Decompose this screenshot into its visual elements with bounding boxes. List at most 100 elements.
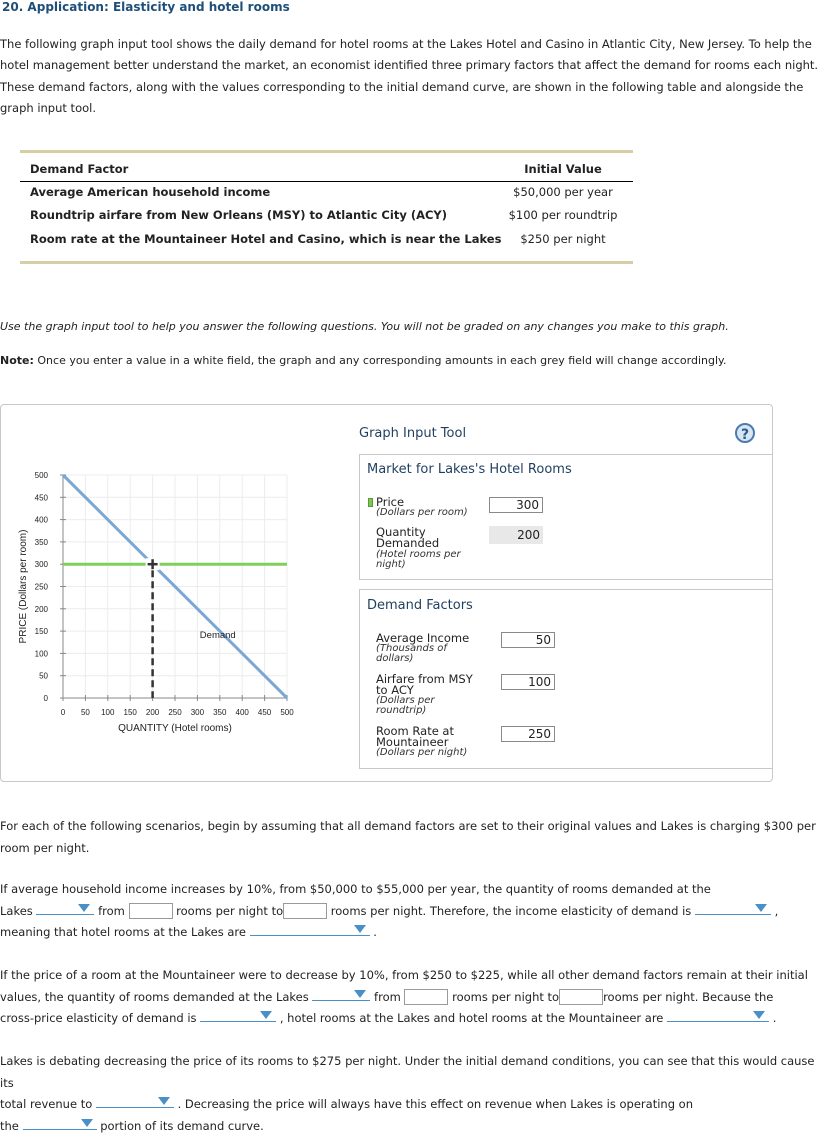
- x-tick-label: 50: [81, 708, 90, 717]
- header-initial-value: Initial Value: [503, 162, 623, 176]
- q2-line3: cross-price elasticity of demand is , ho…: [0, 1008, 830, 1030]
- x-tick-label: 100: [101, 708, 115, 717]
- x-tick-label: 0: [61, 708, 66, 717]
- q1-text: rooms per night to: [176, 904, 283, 918]
- q2-line2: values, the quantity of rooms demanded a…: [0, 987, 830, 1009]
- q1-good-type-dropdown[interactable]: [250, 923, 370, 936]
- chevron-down-icon: [354, 990, 366, 998]
- x-tick-label: 250: [168, 708, 182, 717]
- q1-text: .: [373, 925, 377, 939]
- q2-text: rooms per night to: [452, 990, 559, 1004]
- x-tick-label: 150: [124, 708, 138, 717]
- y-tick-label: 300: [35, 560, 49, 569]
- chevron-down-icon: [354, 925, 366, 933]
- demand-factors-title: Demand Factors: [367, 598, 473, 613]
- y-tick-label: 450: [35, 493, 49, 502]
- y-tick-label: 250: [35, 583, 49, 592]
- q3-curve-portion-dropdown[interactable]: [23, 1117, 97, 1130]
- y-tick-label: 100: [35, 649, 49, 658]
- room-rate-unit: (Dollars per night): [376, 748, 467, 758]
- chevron-down-icon: [78, 904, 90, 912]
- factor-name: Average American household income: [30, 185, 270, 199]
- quantity-demanded-value: 200: [489, 526, 543, 544]
- q2-relationship-dropdown[interactable]: [667, 1009, 769, 1022]
- q1-text: ,: [775, 904, 779, 918]
- market-panel-title: Market for Lakes's Hotel Rooms: [367, 462, 572, 477]
- note-text: Note: Once you enter a value in a white …: [0, 354, 726, 367]
- question-cross-price: If the price of a room at the Mountainee…: [0, 965, 830, 1030]
- quantity-label-line2: Demanded: [376, 538, 439, 549]
- q3-line2: total revenue to . Decreasing the price …: [0, 1094, 830, 1116]
- chevron-down-icon: [755, 904, 767, 912]
- demand-chart[interactable]: 0 50 100 150 200 250 300 350 400 450 500 0 50 100 150 2…: [0, 460, 300, 745]
- note-body: Once you enter a value in a white field,…: [34, 354, 727, 367]
- income-input[interactable]: 50: [501, 632, 555, 648]
- y-tick-label: 50: [39, 672, 48, 681]
- income-unit-line2: dollars): [376, 654, 413, 664]
- q1-from-input[interactable]: [129, 903, 173, 919]
- q3-line3: the portion of its demand curve.: [0, 1116, 830, 1137]
- q1-income-elasticity-dropdown[interactable]: [695, 902, 771, 915]
- y-tick-label: 0: [44, 694, 49, 703]
- q3-text: portion of its demand curve.: [100, 1119, 264, 1133]
- note-label: Note:: [0, 354, 34, 367]
- chart-axes: [60, 475, 287, 701]
- q3-text: . Decreasing the price will always have …: [178, 1097, 693, 1111]
- q2-text: rooms per night. Because the: [603, 990, 773, 1004]
- intro-paragraph: The following graph input tool shows the…: [0, 34, 820, 119]
- demand-factors-panel: Demand Factors Average Income (Thousands…: [359, 589, 773, 769]
- q2-to-input[interactable]: [559, 989, 603, 1005]
- factor-name: Roundtrip airfare from New Orleans (MSY)…: [30, 208, 447, 222]
- x-tick-label: 400: [236, 708, 250, 717]
- q3-text: total revenue to: [0, 1097, 92, 1111]
- q3-revenue-dropdown[interactable]: [96, 1095, 174, 1108]
- price-input[interactable]: 300: [489, 497, 543, 513]
- y-axis-title: PRICE (Dollars per room): [18, 530, 29, 644]
- q2-text: from: [374, 990, 401, 1004]
- factor-value: $50,000 per year: [503, 185, 623, 199]
- x-tick-label: 350: [213, 708, 227, 717]
- y-tick-label: 150: [35, 627, 49, 636]
- q2-direction-dropdown[interactable]: [312, 988, 370, 1001]
- room-rate-input[interactable]: 250: [501, 726, 555, 742]
- x-tick-label: 200: [146, 708, 160, 717]
- y-tick-label: 350: [35, 538, 49, 547]
- q2-text: cross-price elasticity of demand is: [0, 1011, 197, 1025]
- q2-text: , hotel rooms at the Lakes and hotel roo…: [280, 1011, 664, 1025]
- x-tick-label: 300: [191, 708, 205, 717]
- table-row: Room rate at the Mountaineer Hotel and C…: [20, 232, 633, 254]
- demand-curve-label: Demand: [200, 630, 236, 641]
- factor-value: $100 per roundtrip: [503, 208, 623, 222]
- table-header: Demand Factor Initial Value: [20, 162, 633, 182]
- q1-line2: Lakes from rooms per night to rooms per …: [0, 901, 830, 923]
- q1-direction-dropdown[interactable]: [36, 902, 94, 915]
- market-panel: Market for Lakes's Hotel Rooms Price (Do…: [359, 454, 773, 580]
- q2-line1: If the price of a room at the Mountainee…: [0, 965, 830, 987]
- demand-factor-table: Demand Factor Initial Value Average Amer…: [20, 150, 633, 264]
- question-income: If average household income increases by…: [0, 879, 830, 944]
- airfare-input[interactable]: 100: [501, 674, 555, 690]
- question-title: 20. Application: Elasticity and hotel ro…: [2, 0, 290, 14]
- q1-to-input[interactable]: [283, 903, 327, 919]
- x-axis-title: QUANTITY (Hotel rooms): [118, 723, 232, 734]
- table-row: Roundtrip airfare from New Orleans (MSY)…: [20, 208, 633, 230]
- help-icon[interactable]: ?: [735, 423, 755, 443]
- graph-input-tool-title: Graph Input Tool: [359, 426, 466, 441]
- q2-text: .: [773, 1011, 777, 1025]
- chevron-down-icon: [260, 1011, 272, 1019]
- q2-cross-price-sign-dropdown[interactable]: [200, 1009, 276, 1022]
- q1-line3: meaning that hotel rooms at the Lakes ar…: [0, 922, 830, 944]
- chevron-down-icon: [81, 1119, 93, 1127]
- q1-text: from: [98, 904, 125, 918]
- chevron-down-icon: [753, 1011, 765, 1019]
- x-tick-label: 450: [258, 708, 272, 717]
- x-tick-label: 500: [280, 708, 294, 717]
- q1-line1: If average household income increases by…: [0, 879, 830, 901]
- chart-labels: 0 50 100 150 200 250 300 350 400 450 500 0 50 100 150 2…: [18, 471, 294, 734]
- y-tick-label: 500: [35, 471, 49, 480]
- factor-name: Room rate at the Mountaineer Hotel and C…: [30, 232, 501, 246]
- q2-from-input[interactable]: [404, 989, 448, 1005]
- q1-text: Lakes: [0, 904, 33, 918]
- q2-text: values, the quantity of rooms demanded a…: [0, 990, 309, 1004]
- table-row: Average American household income $50,00…: [20, 185, 633, 207]
